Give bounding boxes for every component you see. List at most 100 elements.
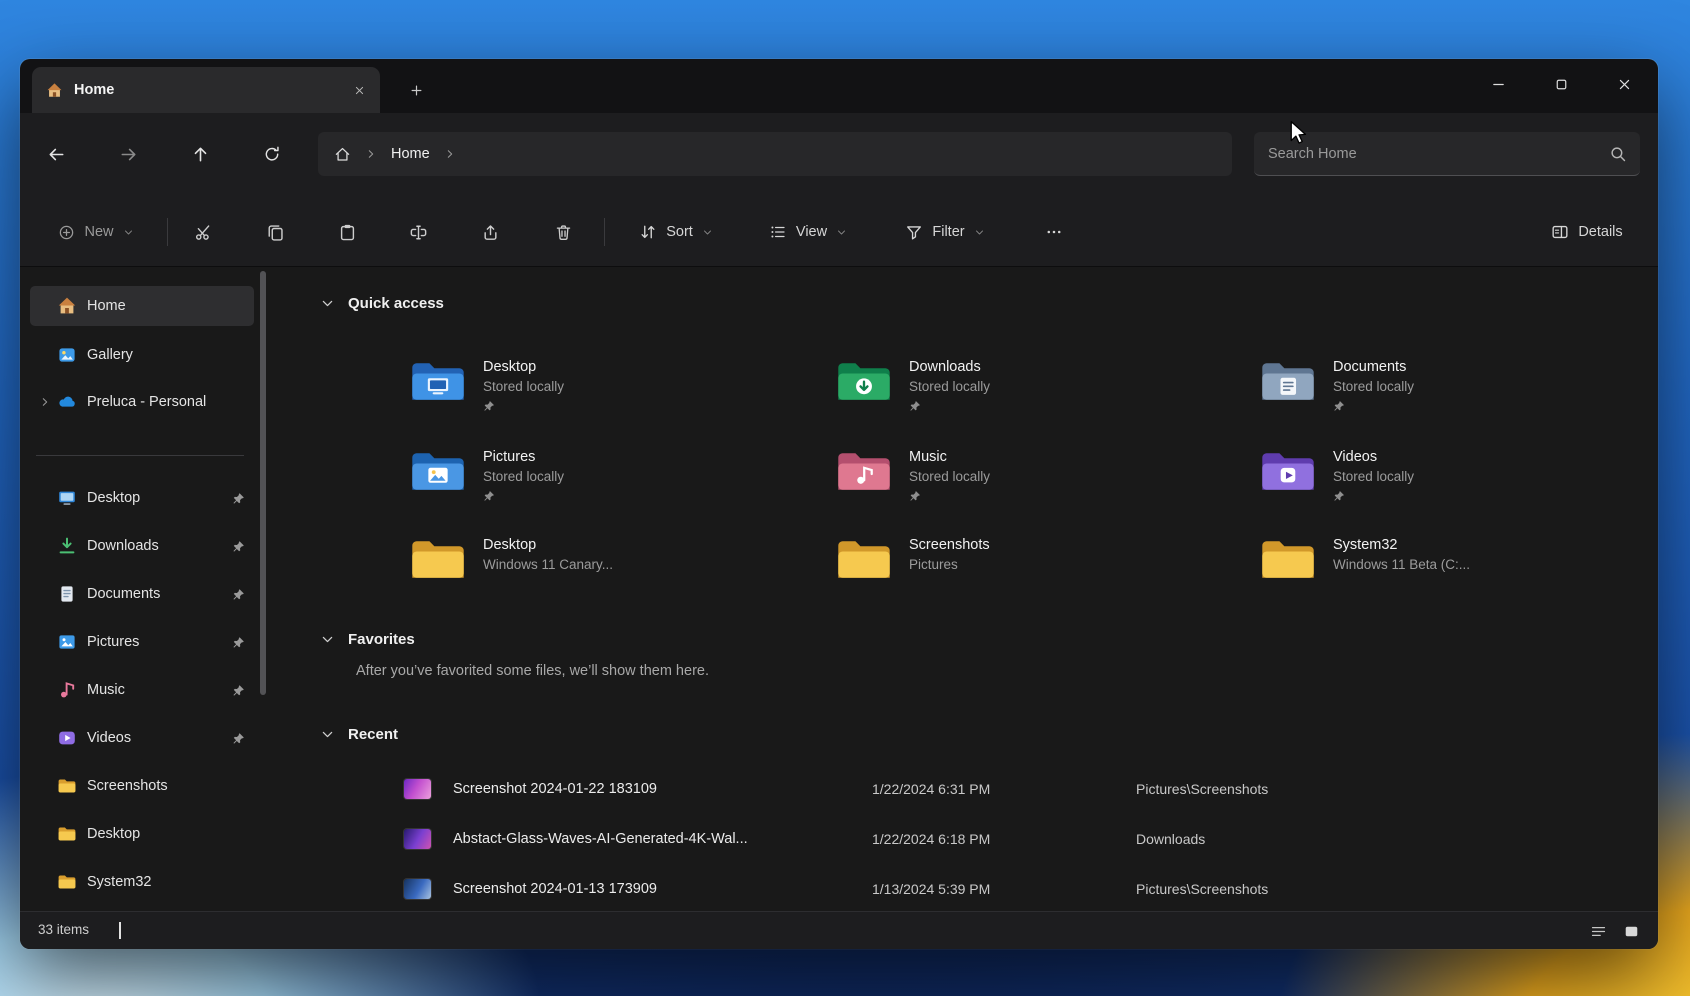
tile-subtitle: Pictures [909, 557, 990, 572]
quick-access-tile-system32[interactable]: System32 Windows 11 Beta (C:... [1260, 537, 1658, 613]
close-button[interactable] [1593, 59, 1656, 109]
section-header-favorites[interactable]: Favorites [320, 631, 415, 648]
cut-button[interactable] [183, 212, 223, 252]
sort-button[interactable]: Sort [622, 212, 730, 252]
status-bar: 33 items [20, 911, 1658, 949]
sidebar-label: Screenshots [87, 778, 168, 794]
quick-access-tile-pictures[interactable]: Pictures Stored locally [410, 449, 812, 525]
details-button[interactable]: Details [1532, 212, 1642, 252]
quick-access-tile-downloads[interactable]: Downloads Stored locally [836, 359, 1238, 435]
delete-button[interactable] [543, 212, 583, 252]
address-bar[interactable]: Home [318, 132, 1232, 176]
recent-file-row[interactable]: Screenshot 2024-01-13 173909 1/13/2024 5… [404, 867, 1632, 911]
pin-icon [1333, 400, 1345, 412]
chevron-right-icon [365, 148, 377, 160]
breadcrumb-item-home[interactable]: Home [391, 146, 430, 162]
quick-access-tile-videos[interactable]: Videos Stored locally [1260, 449, 1658, 525]
sidebar-item-screenshots[interactable]: Screenshots [30, 766, 254, 806]
chevron-down-icon [836, 227, 847, 238]
pin-icon [1333, 490, 1345, 502]
tile-name: Videos [1333, 449, 1414, 465]
view-icon [769, 223, 787, 241]
sidebar-item-onedrive[interactable]: Preluca - Personal [30, 382, 254, 422]
sidebar-item-desktop-folder[interactable]: Desktop [30, 814, 254, 854]
rename-button[interactable] [398, 212, 438, 252]
new-tab-button[interactable] [398, 73, 434, 107]
sidebar-label: System32 [87, 874, 151, 890]
file-thumbnail [404, 879, 431, 899]
quick-access-tile-screenshots[interactable]: Screenshots Pictures [836, 537, 1238, 613]
view-button[interactable]: View [752, 212, 864, 252]
forward-button[interactable] [108, 134, 148, 174]
desktop-wallpaper: Home Home New [0, 0, 1690, 996]
tab-close-icon[interactable] [353, 84, 366, 97]
up-button[interactable] [180, 134, 220, 174]
share-button[interactable] [470, 212, 510, 252]
cut-icon [194, 223, 213, 242]
maximize-button[interactable] [1530, 59, 1593, 109]
videos-folder-icon [1260, 449, 1316, 494]
file-location: Downloads [1136, 831, 1205, 847]
refresh-button[interactable] [252, 134, 292, 174]
sidebar-label: Preluca - Personal [87, 394, 206, 410]
breadcrumb-home-icon[interactable] [334, 146, 351, 163]
chevron-down-icon [702, 227, 713, 238]
filter-button[interactable]: Filter [886, 212, 1004, 252]
quick-access-tile-music[interactable]: Music Stored locally [836, 449, 1238, 525]
tile-text: Videos Stored locally [1333, 449, 1414, 502]
recent-file-row[interactable]: Abstact-Glass-Waves-AI-Generated-4K-Wal.… [404, 817, 1632, 861]
sidebar-label: Documents [87, 586, 160, 602]
section-title: Quick access [348, 295, 444, 312]
sidebar-item-pictures[interactable]: Pictures [30, 622, 254, 662]
sidebar-item-home[interactable]: Home [30, 286, 254, 326]
tab-home[interactable]: Home [32, 67, 380, 113]
sidebar-label: Music [87, 682, 125, 698]
copy-button[interactable] [255, 212, 295, 252]
desktop-folder-icon [410, 359, 466, 404]
sidebar-item-system32[interactable]: System32 [30, 862, 254, 902]
quick-access-tile-documents[interactable]: Documents Stored locally [1260, 359, 1658, 435]
folder-icon [410, 537, 466, 582]
section-header-quick-access[interactable]: Quick access [320, 295, 444, 312]
view-toggle-group [1585, 918, 1644, 944]
minimize-button[interactable] [1467, 59, 1530, 109]
sidebar-item-music[interactable]: Music [30, 670, 254, 710]
recent-file-row[interactable]: Screenshot 2024-01-22 183109 1/22/2024 6… [404, 767, 1632, 811]
chevron-down-icon[interactable] [320, 727, 335, 742]
more-button[interactable] [1034, 212, 1074, 252]
details-view-button[interactable] [1585, 918, 1611, 944]
new-button[interactable]: New [46, 212, 146, 252]
sidebar-label: Desktop [87, 490, 140, 506]
file-explorer-window: Home Home New [20, 59, 1658, 949]
paste-icon [338, 223, 357, 242]
back-button[interactable] [36, 134, 76, 174]
chevron-right-icon[interactable] [39, 396, 51, 408]
search-icon[interactable] [1609, 145, 1627, 163]
desktop-monitor-icon [57, 488, 77, 508]
sidebar-item-videos[interactable]: Videos [30, 718, 254, 758]
chevron-down-icon[interactable] [320, 296, 335, 311]
quick-access-tile-desktop[interactable]: Desktop Stored locally [410, 359, 812, 435]
maximize-icon [1553, 76, 1570, 93]
quick-access-tile-desktop-canary[interactable]: Desktop Windows 11 Canary... [410, 537, 812, 613]
sidebar-item-documents[interactable]: Documents [30, 574, 254, 614]
thumbnail-view-button[interactable] [1618, 918, 1644, 944]
tile-subtitle: Windows 11 Beta (C:... [1333, 557, 1470, 572]
pin-icon [909, 490, 921, 502]
section-header-recent[interactable]: Recent [320, 726, 398, 743]
chevron-down-icon[interactable] [320, 632, 335, 647]
sidebar-item-downloads[interactable]: Downloads [30, 526, 254, 566]
items-count: 33 items [38, 922, 89, 937]
search-input[interactable] [1254, 132, 1640, 175]
sidebar-item-gallery[interactable]: Gallery [30, 335, 254, 375]
tile-subtitle: Stored locally [483, 379, 564, 394]
back-icon [47, 145, 66, 164]
tile-subtitle: Stored locally [909, 379, 990, 394]
gutter [39, 396, 57, 408]
tile-text: Downloads Stored locally [909, 359, 990, 412]
paste-button[interactable] [327, 212, 367, 252]
more-icon [1045, 223, 1063, 241]
sidebar-scrollbar[interactable] [260, 271, 266, 695]
sidebar-item-desktop[interactable]: Desktop [30, 478, 254, 518]
tile-name: Pictures [483, 449, 564, 465]
